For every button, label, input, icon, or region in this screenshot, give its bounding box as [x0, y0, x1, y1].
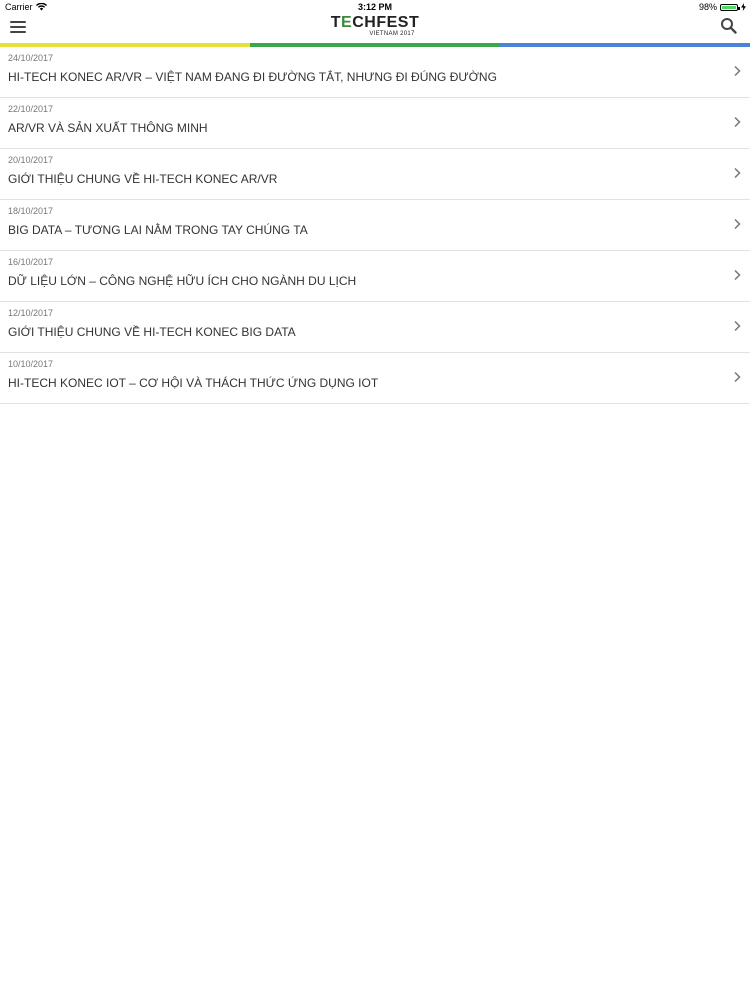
search-icon: [721, 18, 737, 34]
article-date: 22/10/2017: [8, 104, 54, 114]
article-row[interactable]: 24/10/2017 HI-TECH KONEC AR/VR – VIỆT NAM…: [0, 47, 750, 98]
battery-tip: [738, 6, 740, 10]
article-row[interactable]: 16/10/2017 DỮ LIỆU LỚN – CÔNG NGHỆ HỮU ÍC…: [0, 251, 750, 302]
logo-accent-letter: E: [341, 14, 353, 31]
article-date: 10/10/2017: [8, 359, 54, 369]
article-row[interactable]: 22/10/2017 AR/VR VÀ SẢN XUẤT THÔNG MINH: [0, 98, 750, 149]
logo-suffix: CHFEST: [352, 14, 420, 31]
status-time: 3:12 PM: [357, 2, 392, 12]
chevron-right-icon: [734, 371, 741, 383]
battery-percent: 98%: [698, 2, 717, 12]
chevron-right-icon: [734, 269, 741, 281]
charging-bolt-icon: [741, 3, 746, 11]
article-row[interactable]: 20/10/2017 GIỚI THIỆU CHUNG VỀ HI-TECH KO…: [0, 149, 750, 200]
battery-icon: [720, 3, 740, 11]
logo-prefix: T: [330, 14, 342, 31]
status-bar-right: 98%: [699, 2, 746, 12]
article-title: HI-TECH KONEC AR/VR – VIỆT NAM ĐANG ĐI Đ…: [8, 70, 497, 84]
article-date: 20/10/2017: [8, 155, 54, 165]
status-bar: Carrier 3:12 PM 98%: [0, 0, 750, 14]
app-logo: TECHFEST VIETNAM 2017: [0, 14, 750, 38]
chevron-right-icon: [734, 218, 741, 230]
article-row[interactable]: 12/10/2017 GIỚI THIỆU CHUNG VỀ HI-TECH KO…: [0, 302, 750, 353]
logo-wordmark: TECHFEST: [0, 14, 750, 31]
article-row[interactable]: 18/10/2017 BIG DATA – TƯƠNG LAI NẰM TRONG…: [0, 200, 750, 251]
chevron-right-icon: [734, 116, 741, 128]
article-title: BIG DATA – TƯƠNG LAI NẰM TRONG TAY CHÚNG…: [8, 223, 308, 237]
article-list: 24/10/2017 HI-TECH KONEC AR/VR – VIỆT NAM…: [0, 47, 750, 404]
article-title: HI-TECH KONEC IOT – CƠ HỘI VÀ THÁCH THỨC…: [8, 376, 379, 390]
article-date: 24/10/2017: [8, 53, 54, 63]
nav-bar: TECHFEST VIETNAM 2017: [0, 14, 750, 44]
article-row[interactable]: 10/10/2017 HI-TECH KONEC IOT – CƠ HỘI VÀ …: [0, 353, 750, 404]
article-title: DỮ LIỆU LỚN – CÔNG NGHỆ HỮU ÍCH CHO NGÀN…: [8, 274, 357, 288]
article-date: 16/10/2017: [8, 257, 54, 267]
chevron-right-icon: [734, 65, 741, 77]
battery-fill: [722, 5, 736, 9]
article-title: GIỚI THIỆU CHUNG VỀ HI-TECH KONEC BIG DA…: [8, 325, 296, 339]
article-date: 18/10/2017: [8, 206, 54, 216]
article-title: GIỚI THIỆU CHUNG VỀ HI-TECH KONEC AR/VR: [8, 172, 278, 186]
chevron-right-icon: [734, 167, 741, 179]
article-date: 12/10/2017: [8, 308, 54, 318]
chevron-right-icon: [734, 320, 741, 332]
article-title: AR/VR VÀ SẢN XUẤT THÔNG MINH: [8, 121, 208, 135]
search-button[interactable]: [720, 17, 738, 35]
logo-subtitle: VIETNAM 2017: [369, 31, 415, 37]
